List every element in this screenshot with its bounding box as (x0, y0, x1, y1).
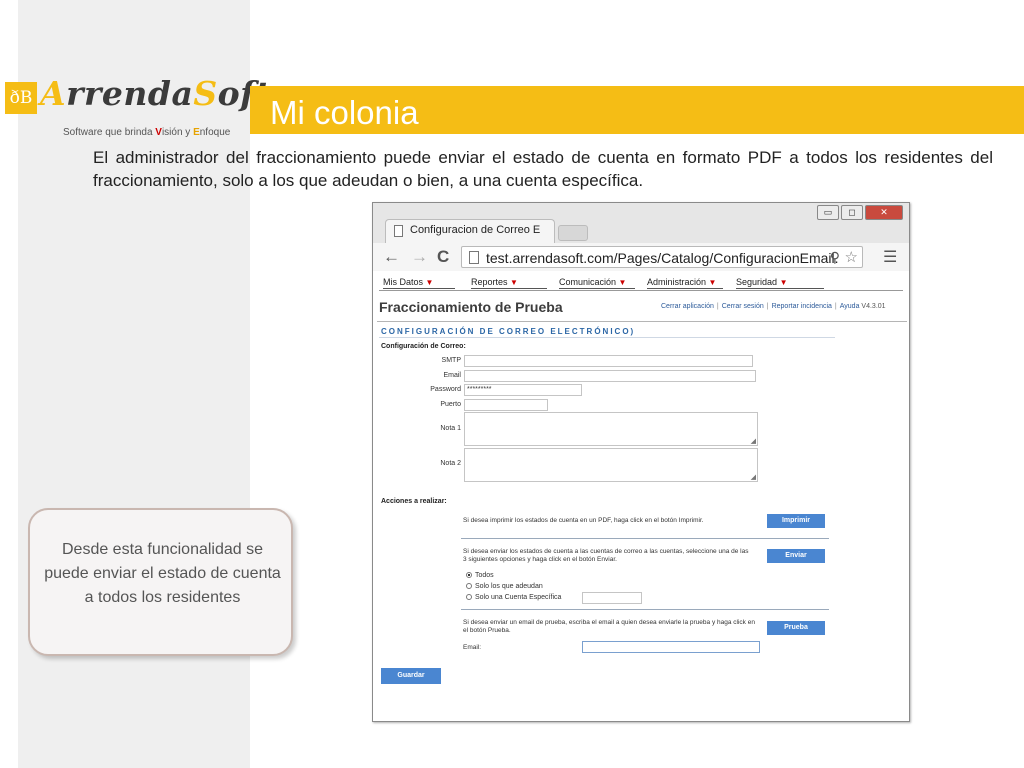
subsection-title: Configuración de Correo: (381, 343, 466, 350)
puerto-input[interactable] (464, 399, 548, 411)
menu-reportes[interactable]: Reportes ▼ (471, 277, 518, 287)
hamburger-menu-icon[interactable]: ☰ (883, 247, 897, 267)
password-input[interactable]: ********* (464, 384, 582, 396)
radio-checked-icon (466, 572, 472, 578)
browser-window: Configuracion de Correo E ▭ ◻ ✕ ← → C te… (372, 202, 910, 722)
browser-chrome: Configuracion de Correo E ▭ ◻ ✕ ← → C te… (373, 203, 909, 271)
password-label: Password (430, 386, 461, 393)
actions-title: Acciones a realizar: (381, 498, 447, 505)
divider (377, 321, 907, 322)
slide-title: Mi colonia (270, 94, 419, 131)
smtp-label: SMTP (441, 357, 461, 364)
nota2-textarea[interactable]: ◢ (464, 448, 758, 482)
send-button[interactable]: Enviar (767, 549, 825, 563)
search-icon[interactable]: ⚲ (830, 249, 840, 266)
radio-unchecked-icon (466, 594, 472, 600)
nota2-label: Nota 2 (440, 460, 461, 467)
caret-down-icon: ▼ (708, 278, 717, 287)
puerto-label: Puerto (440, 401, 461, 408)
page-title: Fraccionamiento de Prueba (379, 299, 563, 315)
new-tab-button[interactable] (558, 225, 588, 241)
reload-icon[interactable]: C (437, 247, 449, 267)
tab-label: Configuracion de Correo E (410, 224, 541, 236)
test-email-input[interactable] (582, 641, 760, 653)
menu-seguridad[interactable]: Seguridad ▼ (736, 277, 787, 287)
page-icon (469, 251, 479, 264)
caret-down-icon: ▼ (425, 278, 434, 287)
link-ayuda[interactable]: Ayuda (840, 303, 860, 310)
page-icon (394, 225, 403, 237)
link-cerrar-sesion[interactable]: Cerrar sesión (722, 303, 764, 310)
divider (461, 609, 829, 610)
test-instructions: Si desea enviar un email de prueba, escr… (463, 619, 755, 634)
test-email-label: Email: (463, 644, 482, 651)
radio-unchecked-icon (466, 583, 472, 589)
close-button[interactable]: ✕ (865, 205, 903, 220)
link-reportar-incidencia[interactable]: Reportar incidencia (772, 303, 832, 310)
url-text: test.arrendasoft.com/Pages/Catalog/Confi… (486, 250, 839, 266)
link-cerrar-aplicacion[interactable]: Cerrar aplicación (661, 303, 714, 310)
logo-tagline: Software que brinda Visión y Enfoque (63, 127, 231, 138)
radio-todos[interactable]: Todos (466, 572, 494, 579)
smtp-input[interactable] (464, 355, 753, 367)
radio-solo-adeudan[interactable]: Solo los que adeudan (466, 583, 543, 590)
caret-down-icon: ▼ (618, 278, 627, 287)
browser-toolbar: ← → C test.arrendasoft.com/Pages/Catalog… (373, 243, 909, 271)
minimize-button[interactable]: ▭ (817, 205, 839, 220)
slide-intro-text: El administrador del fraccionamiento pue… (93, 148, 993, 190)
save-button[interactable]: Guardar (381, 668, 441, 684)
window-controls: ▭ ◻ ✕ (817, 205, 907, 221)
nota1-label: Nota 1 (440, 425, 461, 432)
specific-account-input[interactable] (582, 592, 642, 604)
send-instructions: Si desea enviar los estados de cuenta a … (463, 548, 749, 563)
divider (379, 337, 835, 338)
menu-administracion[interactable]: Administración ▼ (647, 277, 716, 287)
email-input[interactable] (464, 370, 756, 382)
callout-box: Desde esta funcionalidad se puede enviar… (28, 508, 293, 656)
resize-grip-icon: ◢ (750, 474, 756, 481)
browser-tab[interactable]: Configuracion de Correo E (385, 219, 555, 243)
address-bar[interactable]: test.arrendasoft.com/Pages/Catalog/Confi… (461, 246, 863, 268)
callout-text: Desde esta funcionalidad se puede enviar… (44, 541, 281, 606)
maximize-button[interactable]: ◻ (841, 205, 863, 220)
print-instructions: Si desea imprimir los estados de cuenta … (463, 517, 704, 524)
radio-cuenta-especifica[interactable]: Solo una Cuenta Específica (466, 594, 561, 601)
print-button[interactable]: Imprimir (767, 514, 825, 528)
test-button[interactable]: Prueba (767, 621, 825, 635)
email-label: Email (443, 372, 461, 379)
divider (461, 538, 829, 539)
logo-name: ArrendaSoft (40, 74, 271, 113)
slide-title-bar: Mi colonia (250, 86, 1024, 134)
menu-comunicacion[interactable]: Comunicación ▼ (559, 277, 626, 287)
nota1-textarea[interactable]: ◢ (464, 412, 758, 446)
menu-mis-datos[interactable]: Mis Datos ▼ (383, 277, 433, 287)
resize-grip-icon: ◢ (750, 438, 756, 445)
arrendasoft-logo: ðB ArrendaSoft Software que brinda Visió… (5, 74, 270, 142)
caret-down-icon: ▼ (779, 278, 788, 287)
caret-down-icon: ▼ (510, 278, 518, 287)
forward-arrow-icon[interactable]: → (411, 247, 428, 267)
version-label: V4.3.01 (861, 303, 886, 310)
top-links: Cerrar aplicación | Cerrar sesión | Reportar… (661, 303, 886, 310)
back-arrow-icon[interactable]: ← (383, 247, 400, 267)
star-icon[interactable]: ☆ (845, 248, 858, 266)
app-menu-bar: Mis Datos ▼ Reportes ▼ Comunicación ▼ Ad… (379, 275, 903, 291)
section-title: CONFIGURACIÓN DE CORREO ELECTRÓNICO) (381, 327, 636, 336)
logo-badge: ðB (5, 82, 37, 114)
